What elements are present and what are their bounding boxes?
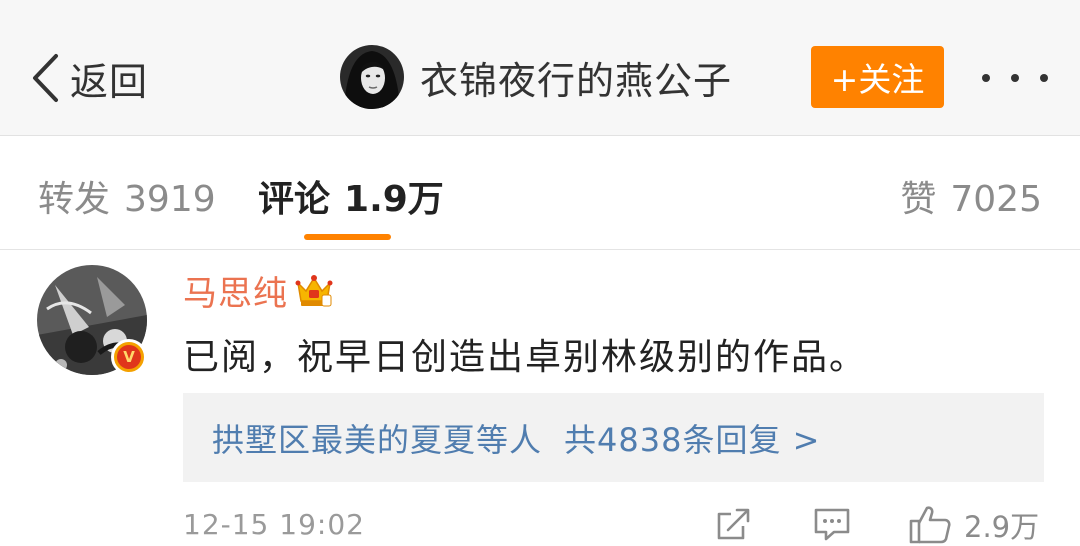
tab-comment-label: 评论 xyxy=(258,179,331,220)
tab-like-count: 7025 xyxy=(950,179,1042,220)
reply-preview[interactable]: 拱墅区最美的夏夏等人 共4838条回复 > xyxy=(183,393,1044,482)
tab-comment-count: 1.9万 xyxy=(344,179,444,220)
tab-like[interactable]: 赞 7025 xyxy=(900,170,1042,222)
chevron-left-icon xyxy=(33,54,58,102)
like-button[interactable]: 2.9万 xyxy=(908,504,1039,546)
like-count: 2.9万 xyxy=(964,510,1040,544)
commenter-name-row: 马思纯 xyxy=(183,266,334,315)
top-nav-bar: 返回 衣锦夜行的燕公子 +关注 xyxy=(0,0,1080,136)
back-label: 返回 xyxy=(70,59,149,104)
follow-button[interactable]: +关注 xyxy=(811,46,944,108)
tab-like-label: 赞 xyxy=(900,179,937,220)
tab-repost-label: 转发 xyxy=(38,179,111,220)
crown-icon xyxy=(295,274,333,306)
commenter-avatar-wrap[interactable]: V xyxy=(37,265,147,375)
comment-icon xyxy=(814,508,850,541)
reply-preview-users: 拱墅区最美的夏夏等人 xyxy=(212,420,543,459)
active-tab-indicator xyxy=(304,234,391,240)
comment-item: V 马思纯 已阅，祝早日创造出卓别林级别的作品。 拱墅区最美的夏夏等人 共483… xyxy=(0,250,1080,544)
verified-v-icon: V xyxy=(111,339,147,375)
tab-comment[interactable]: 评论 1.9万 xyxy=(258,170,444,222)
more-dots-icon[interactable] xyxy=(982,56,1048,100)
repost-button[interactable] xyxy=(713,504,753,544)
nav-title: 衣锦夜行的燕公子 xyxy=(420,58,733,103)
comment-time: 12-15 19:02 xyxy=(183,508,365,541)
repost-icon xyxy=(717,508,750,540)
comment-button[interactable] xyxy=(812,504,852,544)
thumbs-up-icon xyxy=(909,506,951,544)
tab-repost[interactable]: 转发 3919 xyxy=(38,170,216,222)
tab-bar: 转发 3919 评论 1.9万 赞 7025 xyxy=(0,136,1080,250)
tab-repost-count: 3919 xyxy=(124,179,216,220)
nav-user-info[interactable]: 衣锦夜行的燕公子 xyxy=(340,45,732,109)
reply-count-link[interactable]: 共4838条回复 > xyxy=(564,415,820,461)
back-button[interactable]: 返回 xyxy=(30,48,148,108)
commenter-name[interactable]: 马思纯 xyxy=(183,266,288,315)
nav-avatar[interactable] xyxy=(340,45,404,109)
comment-text: 已阅，祝早日创造出卓别林级别的作品。 xyxy=(183,337,868,378)
